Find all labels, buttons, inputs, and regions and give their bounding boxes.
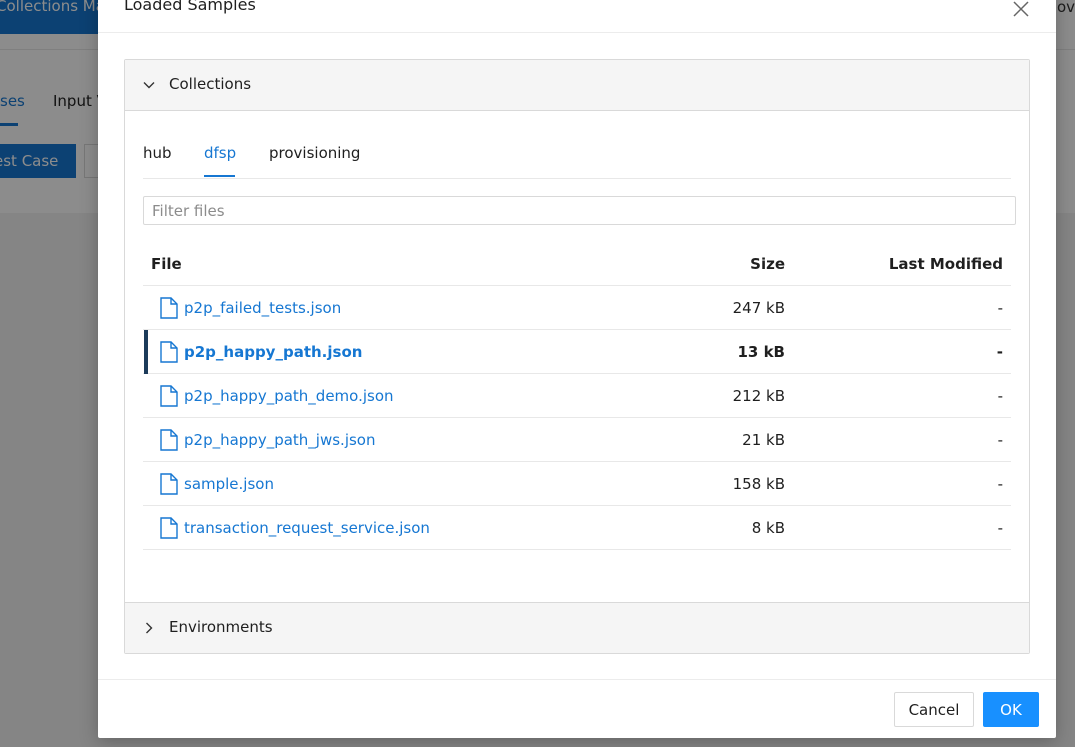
files-table: File Size Last Modified p2p_failed_tests…	[143, 243, 1011, 550]
file-size: 8 kB	[623, 505, 793, 550]
collection-tabs: hub dfsp provisioning	[143, 129, 1011, 179]
file-icon	[160, 384, 178, 407]
file-cell: p2p_happy_path_jws.json	[143, 417, 623, 462]
file-size: 247 kB	[623, 285, 793, 330]
modal-title: Loaded Samples	[124, 0, 256, 14]
modal-footer: Cancel OK	[98, 679, 1056, 739]
file-link[interactable]: p2p_happy_path_demo.json	[184, 387, 394, 405]
table-row[interactable]: p2p_happy_path_jws.json 21 kB -	[143, 417, 1011, 462]
file-link[interactable]: transaction_request_service.json	[184, 519, 430, 537]
file-icon	[160, 296, 178, 319]
file-cell: p2p_failed_tests.json	[143, 285, 623, 330]
table-row[interactable]: p2p_happy_path_demo.json 212 kB -	[143, 373, 1011, 418]
file-icon	[160, 428, 178, 451]
collections-panel-label: Collections	[169, 75, 252, 93]
column-header-size[interactable]: Size	[623, 243, 793, 286]
table-row[interactable]: sample.json 158 kB -	[143, 461, 1011, 506]
file-icon	[160, 516, 178, 539]
file-last-modified: -	[793, 461, 1011, 506]
table-header-row: File Size Last Modified	[143, 243, 1011, 286]
table-row[interactable]: p2p_happy_path.json 13 kB -	[143, 329, 1011, 374]
tab-hub[interactable]: hub	[143, 144, 172, 162]
column-header-last-modified[interactable]: Last Modified	[793, 243, 1011, 286]
table-row[interactable]: p2p_failed_tests.json 247 kB -	[143, 285, 1011, 330]
file-link[interactable]: p2p_failed_tests.json	[184, 299, 341, 317]
file-cell: transaction_request_service.json	[143, 505, 623, 550]
environments-panel-header[interactable]: Environments	[125, 602, 1029, 653]
file-last-modified: -	[793, 285, 1011, 330]
file-size: 158 kB	[623, 461, 793, 506]
table-row[interactable]: transaction_request_service.json 8 kB -	[143, 505, 1011, 550]
cancel-button[interactable]: Cancel	[894, 692, 974, 727]
file-last-modified: -	[793, 373, 1011, 418]
file-cell: p2p_happy_path_demo.json	[143, 373, 623, 418]
file-icon	[160, 472, 178, 495]
file-link[interactable]: p2p_happy_path_jws.json	[184, 431, 376, 449]
ok-button[interactable]: OK	[983, 692, 1039, 727]
file-link[interactable]: p2p_happy_path.json	[184, 343, 362, 361]
active-tab-indicator	[204, 175, 235, 177]
tab-dfsp[interactable]: dfsp	[204, 144, 236, 162]
loaded-samples-modal: Loaded Samples Collections hub dfsp prov…	[98, 0, 1056, 738]
tab-provisioning[interactable]: provisioning	[269, 144, 360, 162]
collections-panel-header[interactable]: Collections	[125, 60, 1029, 111]
file-size: 13 kB	[623, 329, 793, 374]
file-cell: sample.json	[143, 461, 623, 506]
file-last-modified: -	[793, 417, 1011, 462]
modal-header: Loaded Samples	[98, 0, 1056, 33]
file-icon	[160, 340, 178, 363]
environments-panel-label: Environments	[169, 618, 273, 636]
column-header-file[interactable]: File	[143, 243, 623, 286]
file-last-modified: -	[793, 329, 1011, 374]
file-size: 212 kB	[623, 373, 793, 418]
close-icon[interactable]	[1012, 0, 1038, 26]
filter-files-input[interactable]	[143, 196, 1016, 225]
file-last-modified: -	[793, 505, 1011, 550]
file-cell: p2p_happy_path.json	[143, 329, 623, 374]
chevron-right-icon	[146, 622, 153, 634]
file-link[interactable]: sample.json	[184, 475, 274, 493]
file-size: 21 kB	[623, 417, 793, 462]
samples-collapse: Collections hub dfsp provisioning File S…	[124, 59, 1030, 654]
chevron-down-icon	[143, 82, 155, 89]
